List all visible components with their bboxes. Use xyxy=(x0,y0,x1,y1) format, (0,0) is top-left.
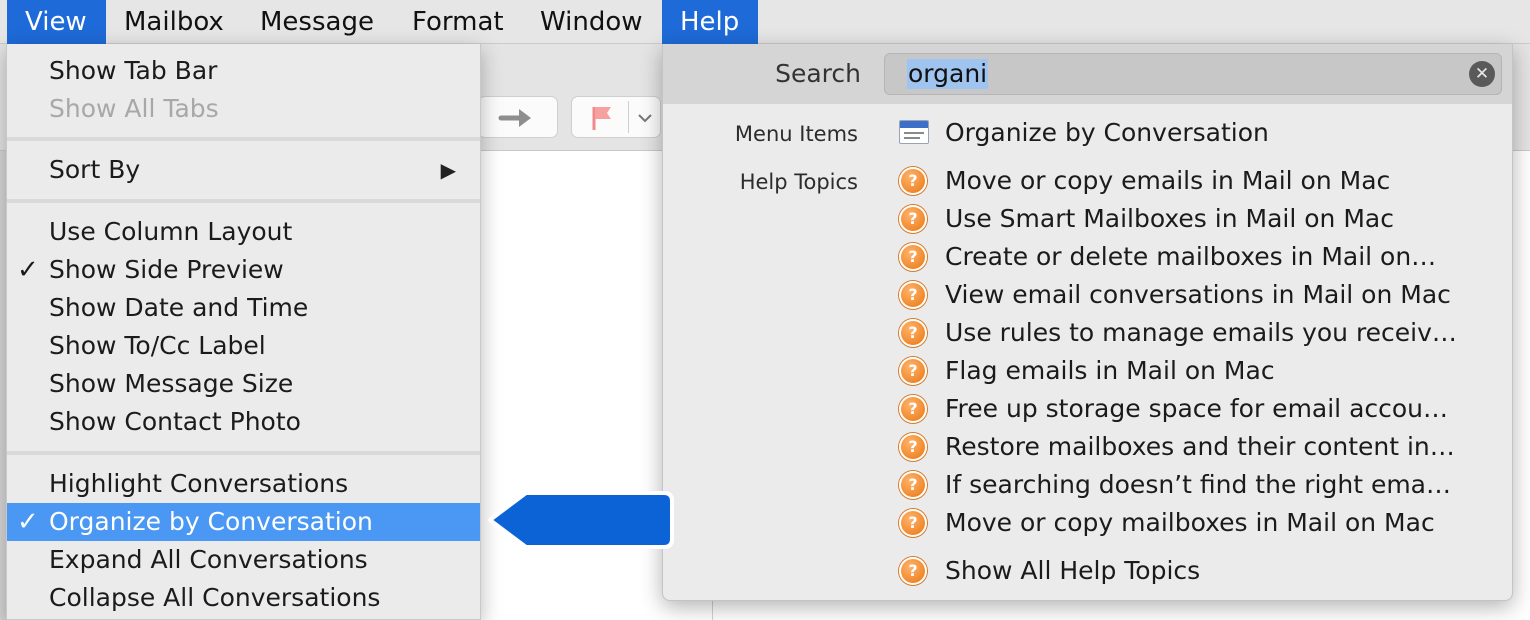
arrow-right-icon xyxy=(498,109,531,127)
help-topic-item[interactable]: ? Move or copy emails in Mail on Mac xyxy=(897,162,1497,200)
help-topic-label: View email conversations in Mail on Mac xyxy=(945,280,1451,309)
help-topic-item[interactable]: ? Use rules to manage emails you receiv… xyxy=(897,314,1497,352)
chevron-down-icon[interactable] xyxy=(630,97,660,139)
pointer-arrow-icon xyxy=(488,491,674,549)
menu-bar: View Mailbox Message Format Window Help xyxy=(0,0,1530,44)
menu-format[interactable]: Format xyxy=(394,0,522,44)
show-all-help-topics[interactable]: ? Show All Help Topics xyxy=(897,552,1497,590)
menu-separator xyxy=(7,137,480,141)
submenu-arrow-icon: ▶ xyxy=(440,158,456,182)
help-topic-label: Restore mailboxes and their content in… xyxy=(945,432,1455,461)
menu-items-section-label: Menu Items xyxy=(734,122,858,146)
menu-window[interactable]: Window xyxy=(522,0,661,44)
help-topic-label: Use Smart Mailboxes in Mail on Mac xyxy=(945,204,1394,233)
help-question-icon: ? xyxy=(899,433,927,461)
help-question-icon: ? xyxy=(899,319,927,347)
menu-view[interactable]: View xyxy=(7,0,106,44)
help-question-icon: ? xyxy=(899,357,927,385)
help-topic-label: Create or delete mailboxes in Mail on… xyxy=(945,242,1437,271)
toolbar-separator xyxy=(628,101,629,133)
menu-help[interactable]: Help xyxy=(662,0,758,44)
forward-button[interactable] xyxy=(478,96,558,138)
mail-window-icon xyxy=(899,120,929,144)
menu-item-label: Organize by Conversation xyxy=(49,507,373,536)
help-search-input[interactable]: organi ✕ xyxy=(884,53,1502,95)
help-topic-item[interactable]: ? If searching doesn’t find the right em… xyxy=(897,466,1497,504)
help-topic-label: Move or copy mailboxes in Mail on Mac xyxy=(945,508,1435,537)
help-topic-item[interactable]: ? Free up storage space for email accou… xyxy=(897,390,1497,428)
menu-mailbox[interactable]: Mailbox xyxy=(106,0,242,44)
help-topic-label: Move or copy emails in Mail on Mac xyxy=(945,166,1391,195)
help-search-row: Search organi ✕ xyxy=(663,44,1512,104)
menu-item-label: Show Side Preview xyxy=(49,255,284,284)
help-question-icon: ? xyxy=(899,167,927,195)
menu-item-show-tab-bar[interactable]: Show Tab Bar xyxy=(7,52,480,90)
help-topic-item[interactable]: ? Restore mailboxes and their content in… xyxy=(897,428,1497,466)
help-topic-label: Use rules to manage emails you receiv… xyxy=(945,318,1457,347)
search-input-text: organi xyxy=(907,59,989,89)
menu-item-show-message-size[interactable]: Show Message Size xyxy=(7,365,480,403)
menu-item-expand-all-conversations[interactable]: Expand All Conversations xyxy=(7,541,480,579)
help-menu-dropdown: Search organi ✕ Menu Items Organize by C… xyxy=(662,44,1513,601)
view-menu-dropdown: Show Tab Bar Show All Tabs Sort By ▶ Use… xyxy=(6,44,481,620)
menu-item-organize-by-conversation[interactable]: ✓ Organize by Conversation xyxy=(7,503,480,541)
help-question-icon: ? xyxy=(899,395,927,423)
help-topic-label: Free up storage space for email accou… xyxy=(945,394,1449,423)
flag-button[interactable] xyxy=(571,96,661,138)
menu-item-collapse-all-conversations[interactable]: Collapse All Conversations xyxy=(7,579,480,617)
menu-item-sort-by[interactable]: Sort By ▶ xyxy=(7,151,480,189)
help-question-icon: ? xyxy=(899,557,927,585)
help-topic-item[interactable]: ? Use Smart Mailboxes in Mail on Mac xyxy=(897,200,1497,238)
clear-search-icon[interactable]: ✕ xyxy=(1469,61,1495,87)
help-question-icon: ? xyxy=(899,509,927,537)
help-topics-section-label: Help Topics xyxy=(739,170,858,194)
menu-message[interactable]: Message xyxy=(242,0,392,44)
help-topic-item[interactable]: ? Create or delete mailboxes in Mail on… xyxy=(897,238,1497,276)
menu-item-show-date-and-time[interactable]: Show Date and Time xyxy=(7,289,480,327)
help-topic-item[interactable]: ? Move or copy mailboxes in Mail on Mac xyxy=(897,504,1497,542)
flag-icon xyxy=(592,107,611,130)
menu-item-show-to-cc-label[interactable]: Show To/Cc Label xyxy=(7,327,480,365)
help-result-label: Organize by Conversation xyxy=(945,118,1269,147)
menu-separator xyxy=(7,451,480,455)
help-question-icon: ? xyxy=(899,205,927,233)
show-all-help-topics-label: Show All Help Topics xyxy=(945,556,1201,585)
help-topic-label: If searching doesn’t find the right ema… xyxy=(945,470,1452,499)
help-topic-item[interactable]: ? Flag emails in Mail on Mac xyxy=(897,352,1497,390)
help-topic-label: Flag emails in Mail on Mac xyxy=(945,356,1275,385)
menu-item-use-column-layout[interactable]: Use Column Layout xyxy=(7,213,480,251)
checkmark-icon: ✓ xyxy=(17,507,39,537)
menu-item-show-all-tabs: Show All Tabs xyxy=(49,94,219,123)
menu-item-show-side-preview[interactable]: ✓ Show Side Preview xyxy=(7,251,480,289)
menu-separator xyxy=(7,199,480,203)
help-question-icon: ? xyxy=(899,471,927,499)
menu-item-label: Sort By xyxy=(49,155,141,184)
menu-item-highlight-conversations[interactable]: Highlight Conversations xyxy=(7,465,480,503)
checkmark-icon: ✓ xyxy=(17,255,39,285)
help-result-menu-item[interactable]: Organize by Conversation xyxy=(897,114,1497,152)
search-label: Search xyxy=(775,59,861,88)
help-topic-item[interactable]: ? View email conversations in Mail on Ma… xyxy=(897,276,1497,314)
help-question-icon: ? xyxy=(899,243,927,271)
menu-item-show-contact-photo[interactable]: Show Contact Photo xyxy=(7,403,480,441)
help-question-icon: ? xyxy=(899,281,927,309)
